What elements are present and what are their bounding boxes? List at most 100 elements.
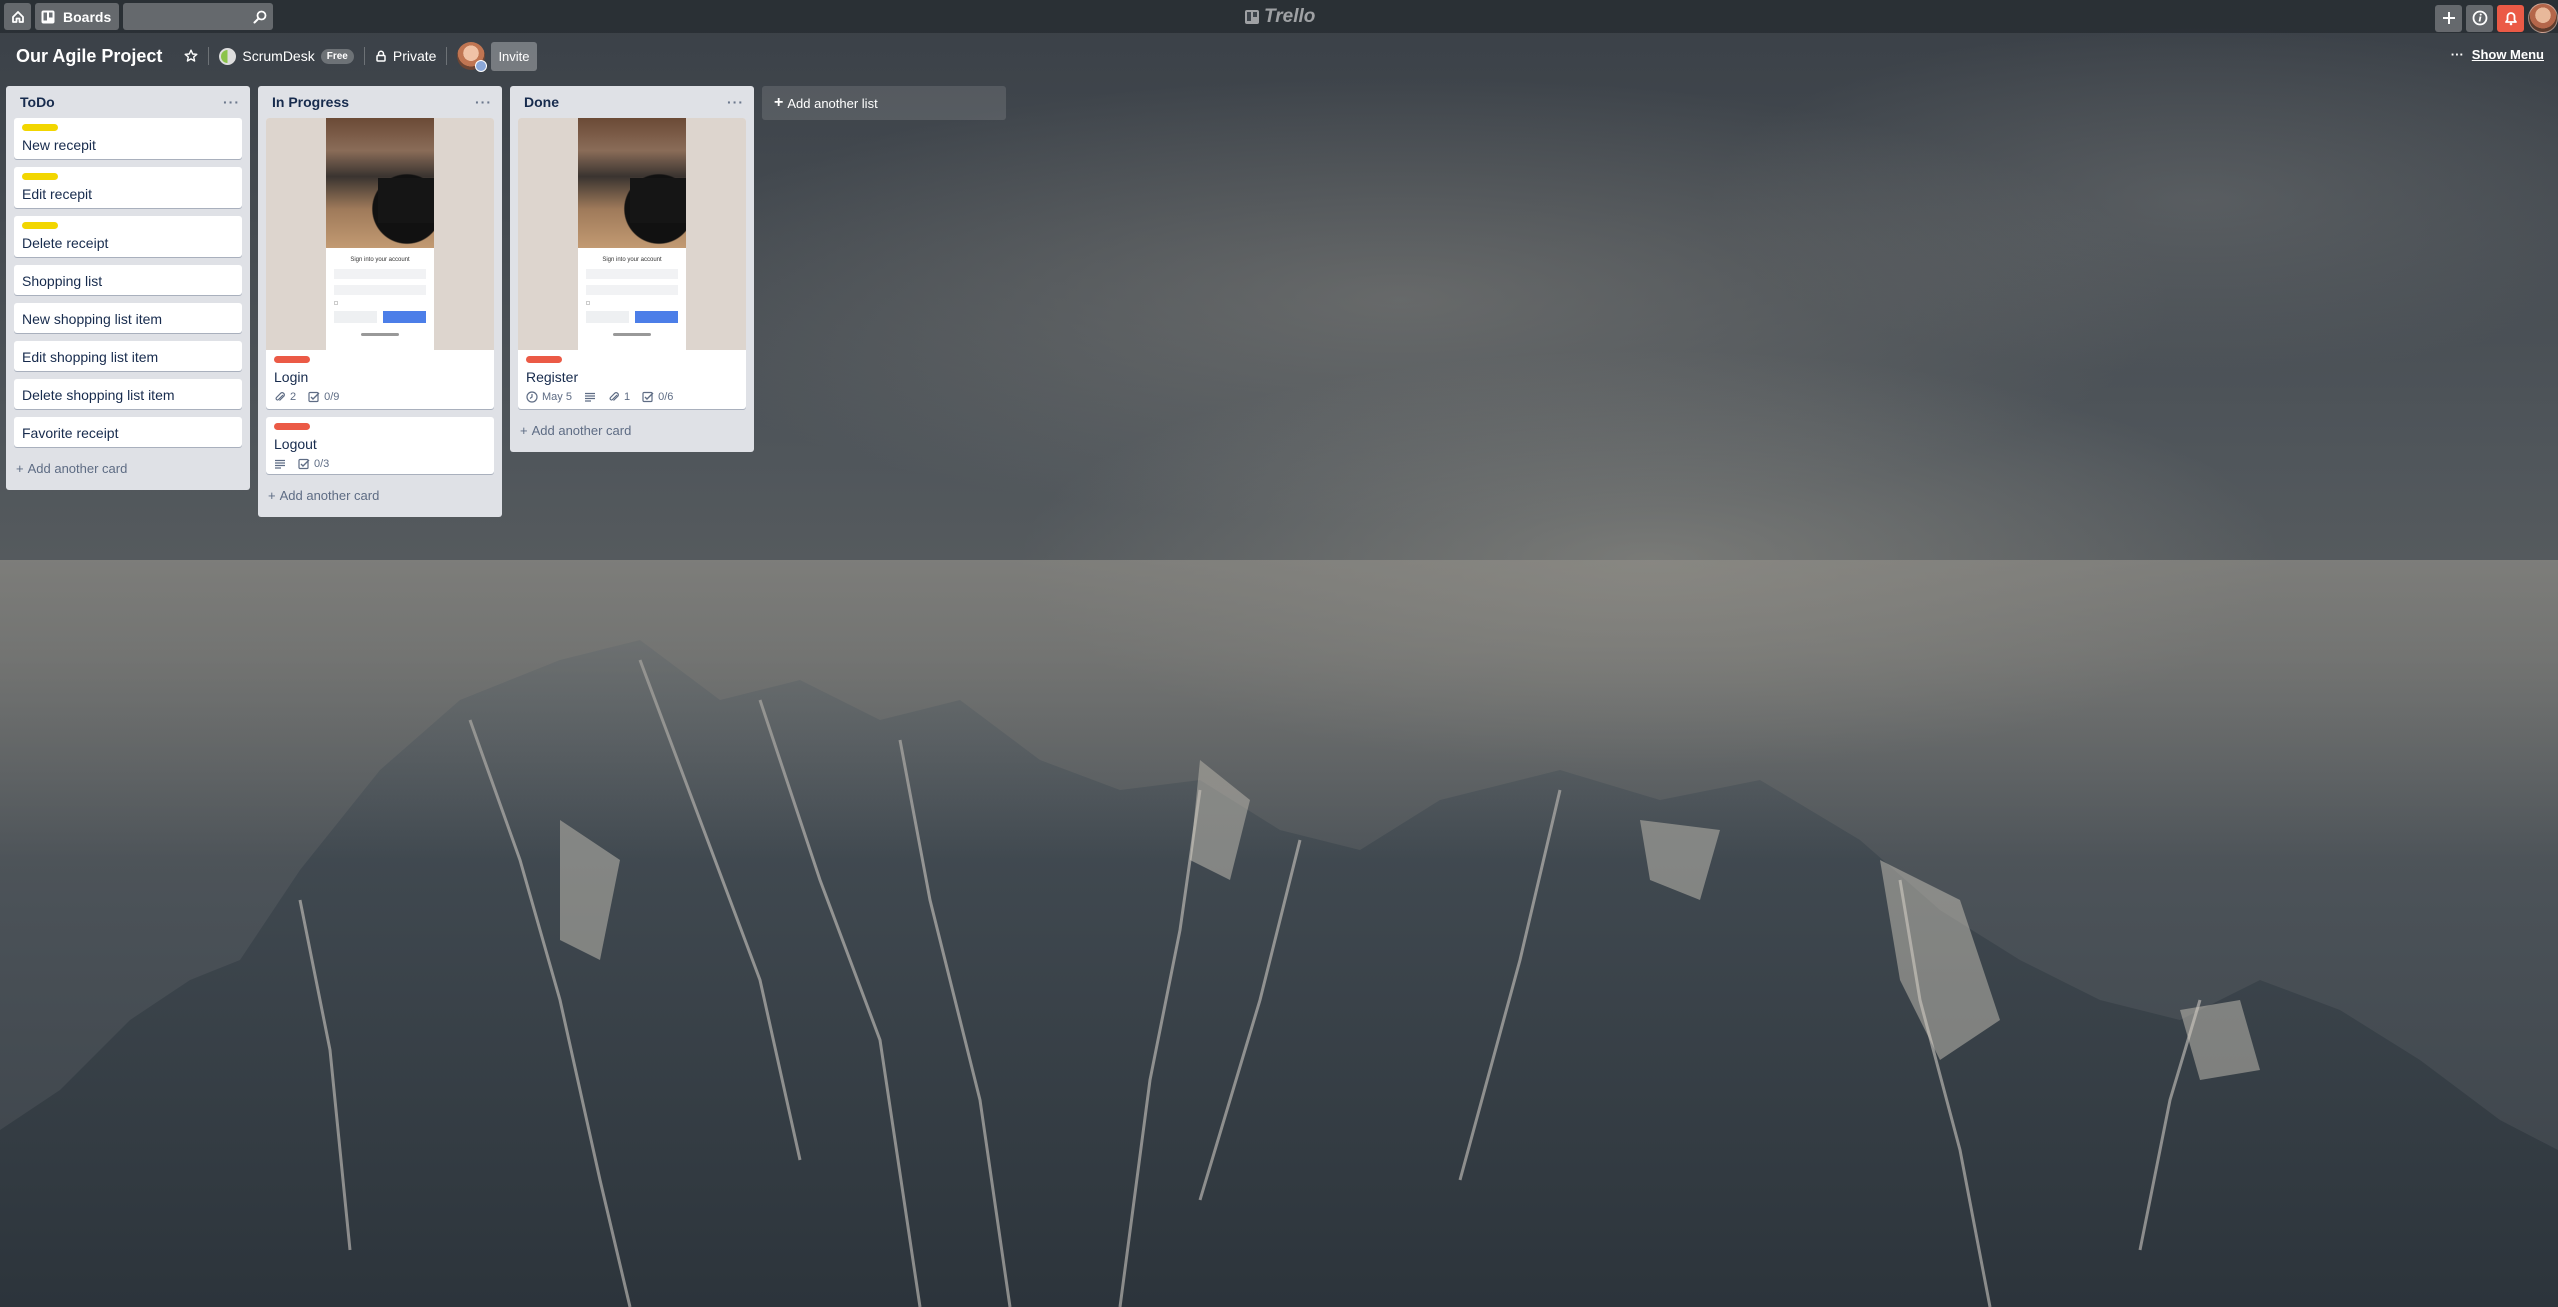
bell-icon: [2504, 12, 2517, 26]
card-body: Login 2 0/9: [266, 350, 494, 409]
mockup-email-field: [586, 269, 678, 279]
checklist-count: 0/9: [324, 391, 340, 403]
divider: [208, 47, 210, 65]
list-header[interactable]: Done ···: [518, 86, 746, 118]
info-icon: [2472, 10, 2487, 26]
card-title: Shopping list: [22, 273, 103, 289]
search-icon[interactable]: [253, 10, 267, 24]
card[interactable]: Delete shopping list item: [14, 379, 242, 409]
add-list-button[interactable]: + Add another list: [762, 86, 1006, 120]
mockup-home-bar: [361, 333, 399, 336]
attachments-badge: 2: [274, 391, 296, 403]
mockup-signin-button: [383, 311, 426, 323]
board-title[interactable]: Our Agile Project: [16, 46, 162, 67]
mockup-home-bar: [613, 333, 651, 336]
boards-button[interactable]: Boards: [35, 3, 120, 30]
description-icon: [584, 392, 595, 402]
card-title: Delete shopping list item: [22, 387, 175, 403]
card[interactable]: Favorite receipt: [14, 417, 242, 447]
plan-badge: Free: [320, 48, 354, 64]
trello-logo-icon: [1245, 10, 1259, 24]
board-header: Our Agile Project ScrumDesk Free Private…: [0, 37, 2558, 75]
search-input[interactable]: [123, 3, 274, 30]
card[interactable]: Logout 0/3: [266, 417, 494, 474]
show-menu-button[interactable]: ··· Show Menu: [2451, 47, 2544, 62]
trello-logo[interactable]: Trello: [1244, 6, 1315, 28]
member-avatar[interactable]: [457, 42, 488, 72]
list-menu-icon[interactable]: ···: [727, 94, 744, 110]
card[interactable]: Sign into your account Register May 5 1 …: [518, 118, 746, 409]
card-label-red[interactable]: [274, 356, 310, 363]
mockup-password-field: [334, 285, 426, 295]
card[interactable]: Edit shopping list item: [14, 341, 242, 371]
due-date: May 5: [542, 391, 572, 403]
login-screen-mockup: Sign into your account: [326, 118, 434, 350]
plus-icon: +: [774, 94, 784, 111]
lock-icon: [376, 50, 386, 62]
card-title: Register: [526, 369, 579, 385]
list-todo: ToDo ··· New recepit Edit recepit Delete…: [6, 86, 250, 490]
card-label-red[interactable]: [526, 356, 562, 363]
more-icon: ···: [2450, 47, 2464, 62]
team-name: ScrumDesk: [242, 48, 315, 64]
checklist-badge: 0/3: [298, 458, 329, 470]
office-photo: [326, 118, 434, 248]
mockup-checkbox: [586, 301, 590, 305]
card-badges: May 5 1 0/6: [526, 391, 738, 403]
star-icon[interactable]: [184, 49, 198, 63]
list-title[interactable]: Done: [524, 94, 559, 110]
notifications-button[interactable]: [2497, 4, 2524, 32]
list-menu-icon[interactable]: ···: [475, 94, 492, 110]
list-header[interactable]: ToDo ···: [14, 86, 242, 118]
card-cover-image: Sign into your account: [266, 118, 494, 350]
checklist-icon: [642, 391, 654, 403]
top-header: Boards Trello: [0, 0, 2558, 33]
list-title[interactable]: In Progress: [272, 94, 349, 110]
card[interactable]: Sign into your account Login 2 0/9: [266, 118, 494, 409]
card[interactable]: Shopping list: [14, 265, 242, 295]
team-button[interactable]: ScrumDesk Free: [219, 47, 354, 65]
attachments-count: 1: [623, 391, 631, 403]
mockup-heading: Sign into your account: [602, 257, 662, 263]
add-card-label: Add another card: [531, 423, 632, 438]
card[interactable]: New recepit: [14, 118, 242, 159]
paperclip-icon: [609, 392, 619, 401]
card[interactable]: Edit recepit: [14, 167, 242, 208]
add-card-button[interactable]: + Add another card: [266, 482, 494, 509]
card-label-yellow[interactable]: [22, 222, 58, 229]
mockup-password-field: [586, 285, 678, 295]
user-avatar[interactable]: [2528, 3, 2558, 33]
list-title[interactable]: ToDo: [20, 94, 55, 110]
home-button[interactable]: [4, 3, 31, 30]
checklist-icon: [308, 391, 320, 403]
card-cover-image: Sign into your account: [518, 118, 746, 350]
info-button[interactable]: [2466, 4, 2493, 32]
home-icon: [11, 10, 24, 23]
divider: [446, 47, 448, 65]
card-title: Login: [274, 369, 309, 385]
due-date-badge[interactable]: May 5: [526, 391, 572, 403]
list-menu-icon[interactable]: ···: [223, 94, 240, 110]
attachments-count: 2: [290, 391, 297, 403]
mockup-signup-button: [334, 311, 377, 323]
add-card-button[interactable]: + Add another card: [518, 417, 746, 444]
description-icon: [275, 459, 285, 469]
card[interactable]: Delete receipt: [14, 216, 242, 257]
logo-text: Trello: [1264, 6, 1316, 27]
clock-icon: [526, 391, 538, 403]
divider: [363, 47, 365, 65]
card[interactable]: New shopping list item: [14, 303, 242, 333]
add-list-label: Add another list: [787, 95, 878, 111]
plus-icon: +: [268, 488, 276, 503]
card-label-yellow[interactable]: [22, 173, 58, 180]
list-header[interactable]: In Progress ···: [266, 86, 494, 118]
card-label-yellow[interactable]: [22, 124, 58, 131]
visibility-button[interactable]: Private: [375, 48, 436, 64]
checklist-badge: 0/6: [642, 391, 673, 403]
add-card-button[interactable]: + Add another card: [14, 455, 242, 482]
card-title: New recepit: [22, 137, 96, 153]
create-button[interactable]: [2435, 4, 2462, 32]
invite-button[interactable]: Invite: [491, 41, 537, 71]
card-body: Register May 5 1 0/6: [518, 350, 746, 409]
card-label-red[interactable]: [274, 423, 310, 430]
